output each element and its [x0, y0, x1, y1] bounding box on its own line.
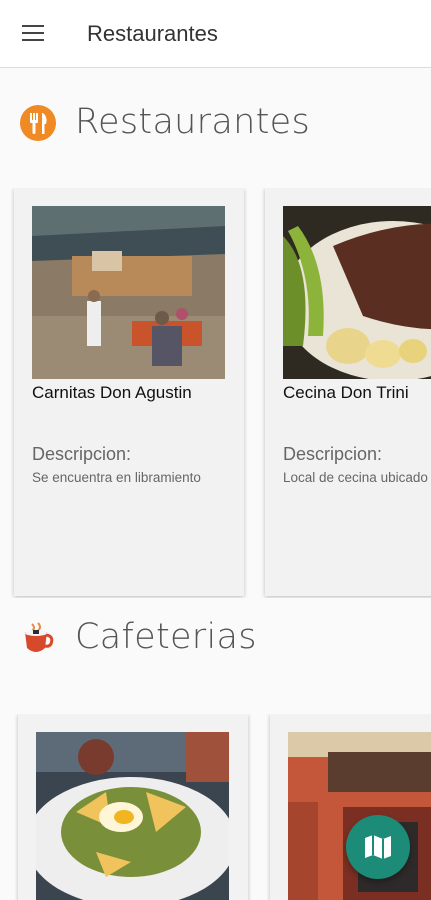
- card-description: Local de cecina ubicado en Tepetlixpa: [283, 470, 431, 485]
- coffee-cup-icon: [19, 620, 57, 658]
- hamburger-menu-icon[interactable]: [20, 22, 46, 44]
- section-title: Cafeterias: [75, 617, 257, 657]
- restaurant-photo: [283, 206, 431, 379]
- cafe-card[interactable]: [270, 714, 431, 900]
- map-fab-button[interactable]: [346, 815, 410, 879]
- restaurant-photo: [32, 206, 225, 379]
- map-icon: [365, 835, 391, 859]
- cafe-photo: [288, 732, 431, 900]
- card-description-label: Descripcion:: [32, 444, 132, 464]
- section-header-restaurantes: Restaurantes: [0, 95, 431, 155]
- section-header-cafeterias: Cafeterias: [0, 612, 431, 672]
- card-description-label: Descripcion:: [283, 444, 383, 464]
- restaurant-card[interactable]: Cecina Don Trini Descripcion: Local de c…: [265, 188, 431, 596]
- fork-knife-icon: [19, 104, 57, 142]
- card-description: Se encuentra en libramiento: [32, 470, 201, 485]
- cafe-card[interactable]: [18, 714, 248, 900]
- restaurant-carousel[interactable]: Carnitas Don Agustin Descripcion: Se enc…: [0, 188, 431, 598]
- restaurant-card[interactable]: Carnitas Don Agustin Descripcion: Se enc…: [14, 188, 244, 596]
- card-name: Cecina Don Trini: [283, 383, 409, 402]
- app-bar-title: Restaurantes: [87, 21, 218, 46]
- card-name: Carnitas Don Agustin: [32, 383, 192, 402]
- section-title: Restaurantes: [75, 102, 310, 142]
- cafe-photo: [36, 732, 229, 900]
- app-bar: Restaurantes: [0, 0, 431, 68]
